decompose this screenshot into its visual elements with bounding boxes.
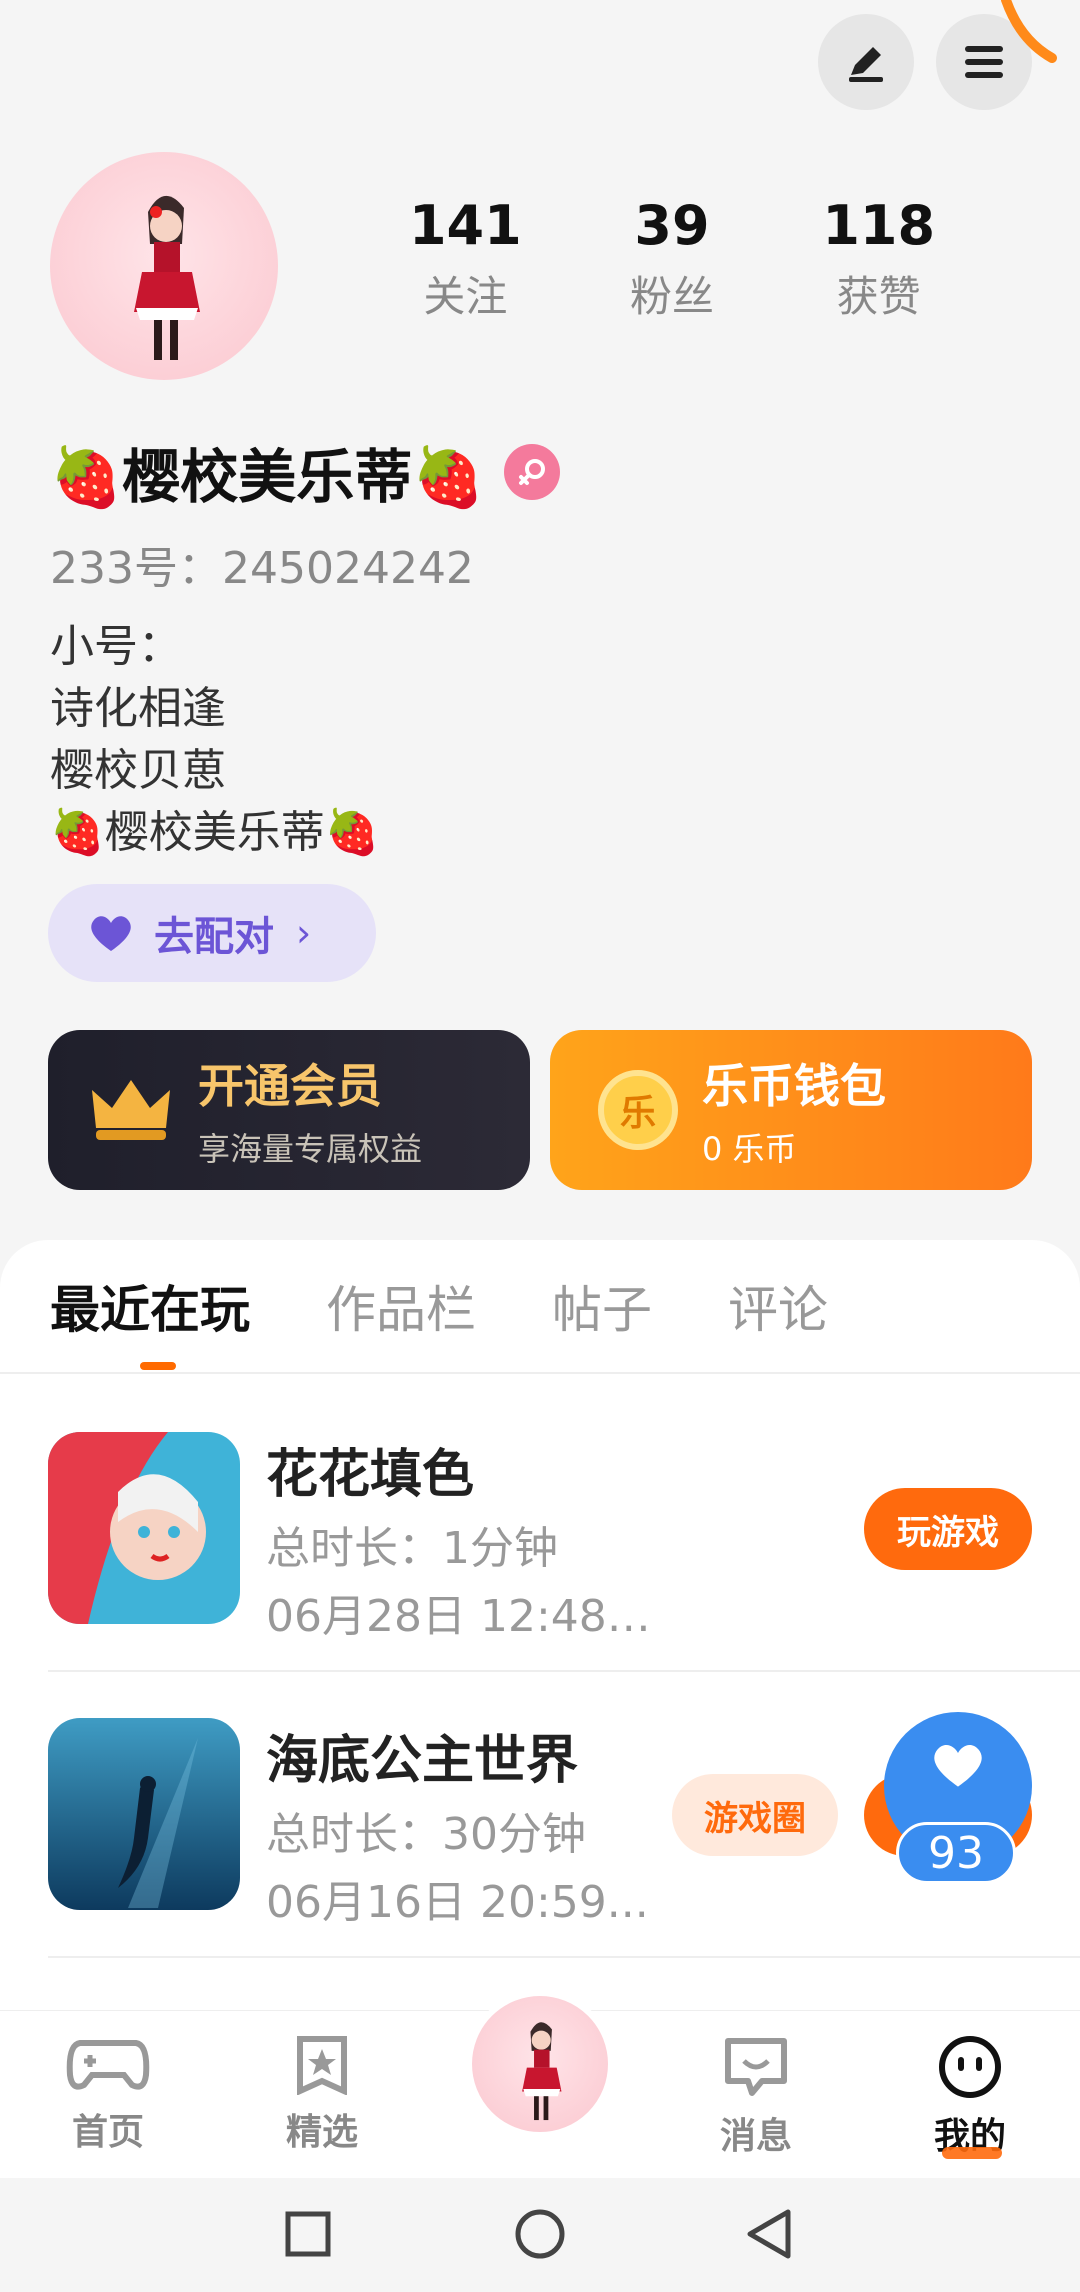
pair-label: 去配对 bbox=[154, 914, 274, 960]
system-nav-bar bbox=[0, 2178, 1080, 2292]
game-name: 花花填色 bbox=[266, 1445, 475, 1505]
nav-messages[interactable]: 消息 bbox=[696, 2035, 816, 2159]
center-avatar-button[interactable] bbox=[466, 1990, 614, 2138]
coin-char: 乐 bbox=[619, 1093, 656, 1134]
bio-line: 小号： bbox=[50, 621, 182, 672]
stat-likes[interactable]: 118 获赞 bbox=[773, 196, 984, 324]
active-underline bbox=[942, 2147, 1002, 2159]
character-avatar-icon bbox=[134, 195, 200, 360]
nickname-row: 🍓樱校美乐蒂🍓 bbox=[50, 430, 561, 514]
tab-indicator bbox=[140, 1362, 176, 1370]
wallet-subtitle: 0 乐币 bbox=[702, 1130, 797, 1168]
game-duration: 总时长：1分钟 bbox=[266, 1523, 558, 1574]
game-name: 海底公主世界 bbox=[266, 1731, 579, 1791]
bio-line: 🍓樱校美乐蒂🍓 bbox=[50, 807, 380, 858]
wallet-card[interactable]: 乐 乐币钱包 0 乐币 bbox=[550, 1030, 1032, 1190]
wallet-title: 乐币钱包 bbox=[702, 1059, 886, 1113]
coin-icon: 乐 bbox=[598, 1070, 678, 1150]
user-id: 233号：245024242 bbox=[50, 543, 474, 594]
star-bookmark-icon bbox=[297, 2036, 347, 2096]
game-circle-button[interactable]: 游戏圈 bbox=[672, 1774, 838, 1856]
pen-icon bbox=[849, 47, 883, 82]
play-game-button[interactable]: 玩游戏 bbox=[864, 1488, 1032, 1570]
bio-line: 樱校贝葸 bbox=[50, 745, 226, 796]
stat-value: 118 bbox=[822, 194, 936, 257]
chevron-right-icon: › bbox=[296, 911, 312, 955]
divider bbox=[48, 1670, 1080, 1672]
stat-label: 获赞 bbox=[836, 272, 921, 322]
stat-value: 141 bbox=[408, 194, 522, 257]
nav-featured[interactable]: 精选 bbox=[262, 2035, 382, 2155]
nav-label: 消息 bbox=[719, 2116, 792, 2157]
vip-card[interactable]: 开通会员 享海量专属权益 bbox=[48, 1030, 530, 1190]
pair-button[interactable]: 去配对 › bbox=[48, 884, 376, 982]
chat-bubble-icon bbox=[725, 2038, 787, 2096]
profile-stats: 141 关注 39 粉丝 118 获赞 bbox=[360, 196, 980, 324]
bio: 小号： 诗化相逢 樱校贝葸 🍓樱校美乐蒂🍓 bbox=[50, 616, 380, 864]
like-count: 93 bbox=[896, 1822, 1016, 1884]
tab-works[interactable]: 作品栏 bbox=[326, 1270, 476, 1342]
game-icon bbox=[48, 1432, 240, 1624]
bio-line: 诗化相逢 bbox=[50, 683, 226, 734]
game-last-played: 06月16日 20:59... bbox=[266, 1877, 649, 1928]
back-triangle-icon[interactable] bbox=[744, 2208, 796, 2260]
game-icon bbox=[48, 1718, 240, 1910]
nav-label: 精选 bbox=[285, 2112, 358, 2153]
character-avatar-icon bbox=[522, 2022, 562, 2121]
edit-profile-button[interactable] bbox=[818, 14, 914, 110]
smiley-icon bbox=[939, 2036, 1001, 2098]
stat-value: 39 bbox=[634, 194, 710, 257]
heart-icon bbox=[91, 916, 131, 951]
home-circle-icon[interactable] bbox=[514, 2208, 566, 2260]
game-last-played: 06月28日 12:48玩过 bbox=[266, 1591, 666, 1642]
decorative-stroke-icon bbox=[1001, 0, 1057, 63]
profile-avatar[interactable] bbox=[50, 152, 278, 380]
recents-square-icon[interactable] bbox=[284, 2210, 332, 2258]
tab-posts[interactable]: 帖子 bbox=[552, 1270, 652, 1342]
stat-followers[interactable]: 39 粉丝 bbox=[567, 196, 778, 324]
gamepad-icon bbox=[66, 2040, 150, 2090]
stat-label: 关注 bbox=[423, 272, 508, 322]
tab-recent[interactable]: 最近在玩 bbox=[50, 1270, 250, 1342]
vip-subtitle: 享海量专属权益 bbox=[198, 1130, 423, 1168]
nav-home[interactable]: 首页 bbox=[48, 2035, 168, 2155]
nickname: 🍓樱校美乐蒂🍓 bbox=[50, 443, 485, 511]
divider bbox=[48, 1956, 1080, 1958]
list-item[interactable]: 花花填色 总时长：1分钟 06月28日 12:48玩过 玩游戏 bbox=[48, 1432, 1080, 1642]
nav-label: 首页 bbox=[71, 2112, 144, 2153]
nav-me[interactable]: 我的 bbox=[910, 2035, 1030, 2159]
heart-icon bbox=[934, 1744, 982, 1787]
stat-following[interactable]: 141 关注 bbox=[360, 196, 571, 324]
female-gender-icon bbox=[504, 444, 561, 500]
divider bbox=[0, 1372, 1080, 1374]
tab-comments[interactable]: 评论 bbox=[728, 1270, 828, 1342]
game-duration: 总时长：30分钟 bbox=[266, 1809, 586, 1860]
vip-title: 开通会员 bbox=[198, 1059, 382, 1113]
tab-bar: 最近在玩 作品栏 帖子 评论 bbox=[50, 1270, 904, 1342]
stat-label: 粉丝 bbox=[630, 272, 715, 322]
crown-icon bbox=[92, 1080, 170, 1140]
